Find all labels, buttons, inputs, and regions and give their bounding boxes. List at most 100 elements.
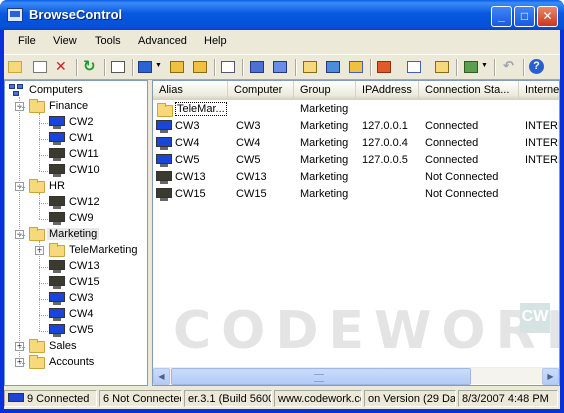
cell-alias: CW15 — [175, 188, 206, 200]
menu-advanced[interactable]: Advanced — [138, 35, 187, 47]
main-area: Computers − Finance CW2 CW1 CW11 CW10− HR CW12 CW… — [4, 80, 560, 386]
view-screen-icon[interactable] — [169, 59, 185, 75]
list-header: Alias Computer Group IPAddress Connectio… — [153, 81, 559, 100]
client-area: File View Tools Advanced Help ✕ ↻ ▼ ▼ ↶ … — [4, 30, 560, 409]
table-row[interactable]: CW5 CW5 Marketing 127.0.0.5 Connected INTERN — [153, 152, 559, 169]
status-trial: on Version (29 Da — [364, 390, 456, 407]
tree-computer-label: CW1 — [69, 132, 94, 144]
cell-internet: INTERN — [525, 120, 559, 132]
connected-computer-icon — [49, 324, 65, 337]
scroll-left-button[interactable]: ◀ — [153, 368, 170, 385]
tree-subgroup-label: TeleMarketing — [69, 244, 138, 256]
maximize-button[interactable]: □ — [514, 6, 535, 27]
folder-icon — [157, 103, 173, 117]
remote-control-icon[interactable] — [192, 59, 208, 75]
cell-status: Connected — [425, 120, 479, 132]
status-datetime: 8/3/2007 4:48 PM — [458, 390, 558, 407]
new-folder-icon[interactable] — [7, 59, 23, 75]
connected-computer-icon — [49, 132, 65, 145]
menu-view[interactable]: View — [53, 35, 77, 47]
grid-icon[interactable] — [376, 59, 392, 75]
download-icon[interactable] — [434, 59, 450, 75]
tree-computer-label: CW10 — [69, 164, 100, 176]
table-row[interactable]: CW15 CW15 Marketing Not Connected — [153, 186, 559, 203]
image-dropdown-icon[interactable]: ▼ — [481, 62, 488, 69]
cell-computer: CW15 — [236, 188, 267, 200]
offline-computer-icon — [49, 260, 65, 273]
keyboard-icon[interactable] — [272, 59, 288, 75]
menu-tools[interactable]: Tools — [95, 35, 121, 47]
toolbar: ✕ ↻ ▼ ▼ ↶ ? — [4, 54, 560, 80]
tree-computer-label: CW5 — [69, 324, 94, 336]
help-icon[interactable]: ? — [529, 59, 545, 75]
title-bar[interactable]: BrowseControl _ □ ✕ — [0, 0, 564, 30]
folder-icon — [29, 355, 45, 369]
delete-icon[interactable]: ✕ — [53, 58, 69, 75]
status-bar: 9 Connected 6 Not Connected er.3.1 (Buil… — [4, 387, 560, 409]
lock-icon[interactable] — [348, 59, 364, 75]
image-icon[interactable] — [463, 59, 479, 75]
cell-status: Connected — [425, 137, 479, 149]
cell-alias: CW3 — [175, 120, 200, 132]
status-connected-text: 9 Connected — [27, 393, 90, 405]
calendar-icon[interactable] — [302, 59, 318, 75]
menu-help[interactable]: Help — [204, 35, 227, 47]
properties-icon[interactable] — [110, 59, 126, 75]
offline-computer-icon — [49, 148, 65, 161]
watermark-logo: CW — [520, 303, 550, 333]
cell-group: Marketing — [300, 103, 349, 115]
cell-group: Marketing — [300, 137, 349, 149]
monitor-dropdown-icon[interactable]: ▼ — [155, 62, 162, 69]
table-row[interactable]: TeleMar... Marketing — [153, 101, 559, 118]
menu-file[interactable]: File — [18, 35, 36, 47]
offline-computer-icon — [156, 171, 172, 184]
app-monitor-icon — [7, 8, 23, 22]
table-row[interactable]: CW4 CW4 Marketing 127.0.0.4 Connected INTERN — [153, 135, 559, 152]
connected-computer-icon — [156, 137, 172, 150]
column-computer[interactable]: Computer — [228, 81, 294, 100]
cell-group: Marketing — [300, 188, 349, 200]
computers-icon[interactable] — [249, 59, 265, 75]
tree-computer-label: CW3 — [69, 292, 94, 304]
cell-ip: 127.0.0.4 — [362, 137, 408, 149]
cell-computer: CW3 — [236, 120, 261, 132]
tree-group-label: HR — [49, 180, 65, 192]
column-alias[interactable]: Alias — [153, 81, 228, 100]
edit-icon[interactable] — [32, 59, 48, 75]
tree-computer-label: CW13 — [69, 260, 100, 272]
connected-computer-icon — [49, 116, 65, 129]
computer-list[interactable]: Alias Computer Group IPAddress Connectio… — [152, 80, 560, 386]
column-group[interactable]: Group — [294, 81, 356, 100]
report-icon[interactable] — [406, 59, 422, 75]
horizontal-scrollbar[interactable]: ◀ ▶ — [153, 367, 559, 385]
back-icon[interactable]: ↶ — [501, 58, 517, 75]
scroll-right-button[interactable]: ▶ — [542, 368, 559, 385]
cell-computer: CW4 — [236, 137, 261, 149]
column-internet[interactable]: Interne — [519, 81, 559, 100]
folder-icon — [29, 227, 45, 241]
cell-internet: INTERN — [525, 137, 559, 149]
monitor-icon[interactable] — [137, 59, 153, 75]
refresh-icon[interactable]: ↻ — [82, 58, 98, 75]
scroll-thumb[interactable] — [171, 368, 471, 385]
tree-root-label: Computers — [29, 84, 83, 96]
table-row[interactable]: CW3 CW3 Marketing 127.0.0.1 Connected INTERN — [153, 118, 559, 135]
connected-computer-icon — [49, 292, 65, 305]
message-icon[interactable] — [220, 59, 236, 75]
cell-internet: INTERN — [525, 154, 559, 166]
cell-ip: 127.0.0.5 — [362, 154, 408, 166]
close-button[interactable]: ✕ — [537, 6, 558, 27]
computer-tree[interactable]: Computers − Finance CW2 CW1 CW11 CW10− HR CW12 CW… — [4, 80, 148, 386]
column-ipaddress[interactable]: IPAddress — [356, 81, 419, 100]
window-title: BrowseControl — [29, 7, 123, 22]
cell-group: Marketing — [300, 120, 349, 132]
minimize-button[interactable]: _ — [491, 6, 512, 27]
column-connection-status[interactable]: Connection Sta... — [419, 81, 519, 100]
cell-alias: CW4 — [175, 137, 200, 149]
table-row[interactable]: CW13 CW13 Marketing Not Connected — [153, 169, 559, 186]
schedule-icon[interactable] — [325, 59, 341, 75]
status-website: www.codework.com — [274, 390, 362, 407]
cell-computer: CW13 — [236, 171, 267, 183]
connected-computer-icon — [156, 154, 172, 167]
offline-computer-icon — [156, 188, 172, 201]
